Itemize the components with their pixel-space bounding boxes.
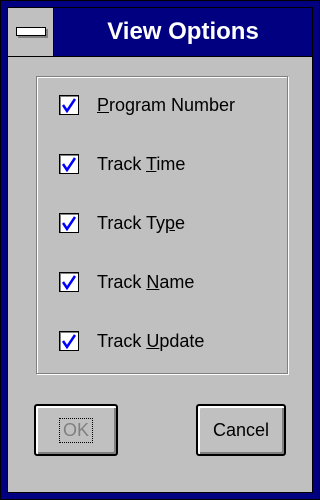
ok-button-label: OK: [58, 417, 93, 443]
track-type-label: Track Type: [97, 212, 186, 233]
checkmark-icon: [61, 157, 77, 172]
track-update-checkbox[interactable]: [59, 331, 79, 351]
track-time-label: Track Time: [97, 153, 186, 174]
checkmark-icon: [61, 216, 77, 231]
track-name-checkbox[interactable]: [59, 272, 79, 292]
checkmark-icon: [61, 334, 77, 349]
program-number-label: Program Number: [97, 94, 236, 115]
option-track-time[interactable]: Track Time: [59, 150, 185, 178]
dialog-title: View Options: [107, 18, 259, 45]
ok-button[interactable]: OK: [34, 404, 118, 456]
checkmark-icon: [61, 98, 77, 113]
dialog-client-area: View Options Program Number Track Time T…: [7, 7, 313, 493]
track-time-checkbox[interactable]: [59, 154, 79, 174]
cancel-button-label: Cancel: [212, 419, 270, 440]
track-name-label: Track Name: [97, 271, 195, 292]
track-type-checkbox[interactable]: [59, 213, 79, 233]
checkmark-icon: [61, 275, 77, 290]
program-number-checkbox[interactable]: [59, 95, 79, 115]
option-track-update[interactable]: Track Update: [59, 327, 204, 355]
system-menu-icon: [16, 27, 46, 36]
system-menu-button[interactable]: [8, 8, 54, 56]
option-program-number[interactable]: Program Number: [59, 91, 235, 119]
option-track-name[interactable]: Track Name: [59, 268, 194, 296]
title-bar[interactable]: View Options: [8, 8, 312, 57]
options-group: Program Number Track Time Track Type Tra…: [36, 76, 288, 374]
view-options-dialog: View Options Program Number Track Time T…: [0, 0, 320, 500]
cancel-button[interactable]: Cancel: [196, 404, 286, 456]
track-update-label: Track Update: [97, 330, 205, 351]
option-track-type[interactable]: Track Type: [59, 209, 185, 237]
